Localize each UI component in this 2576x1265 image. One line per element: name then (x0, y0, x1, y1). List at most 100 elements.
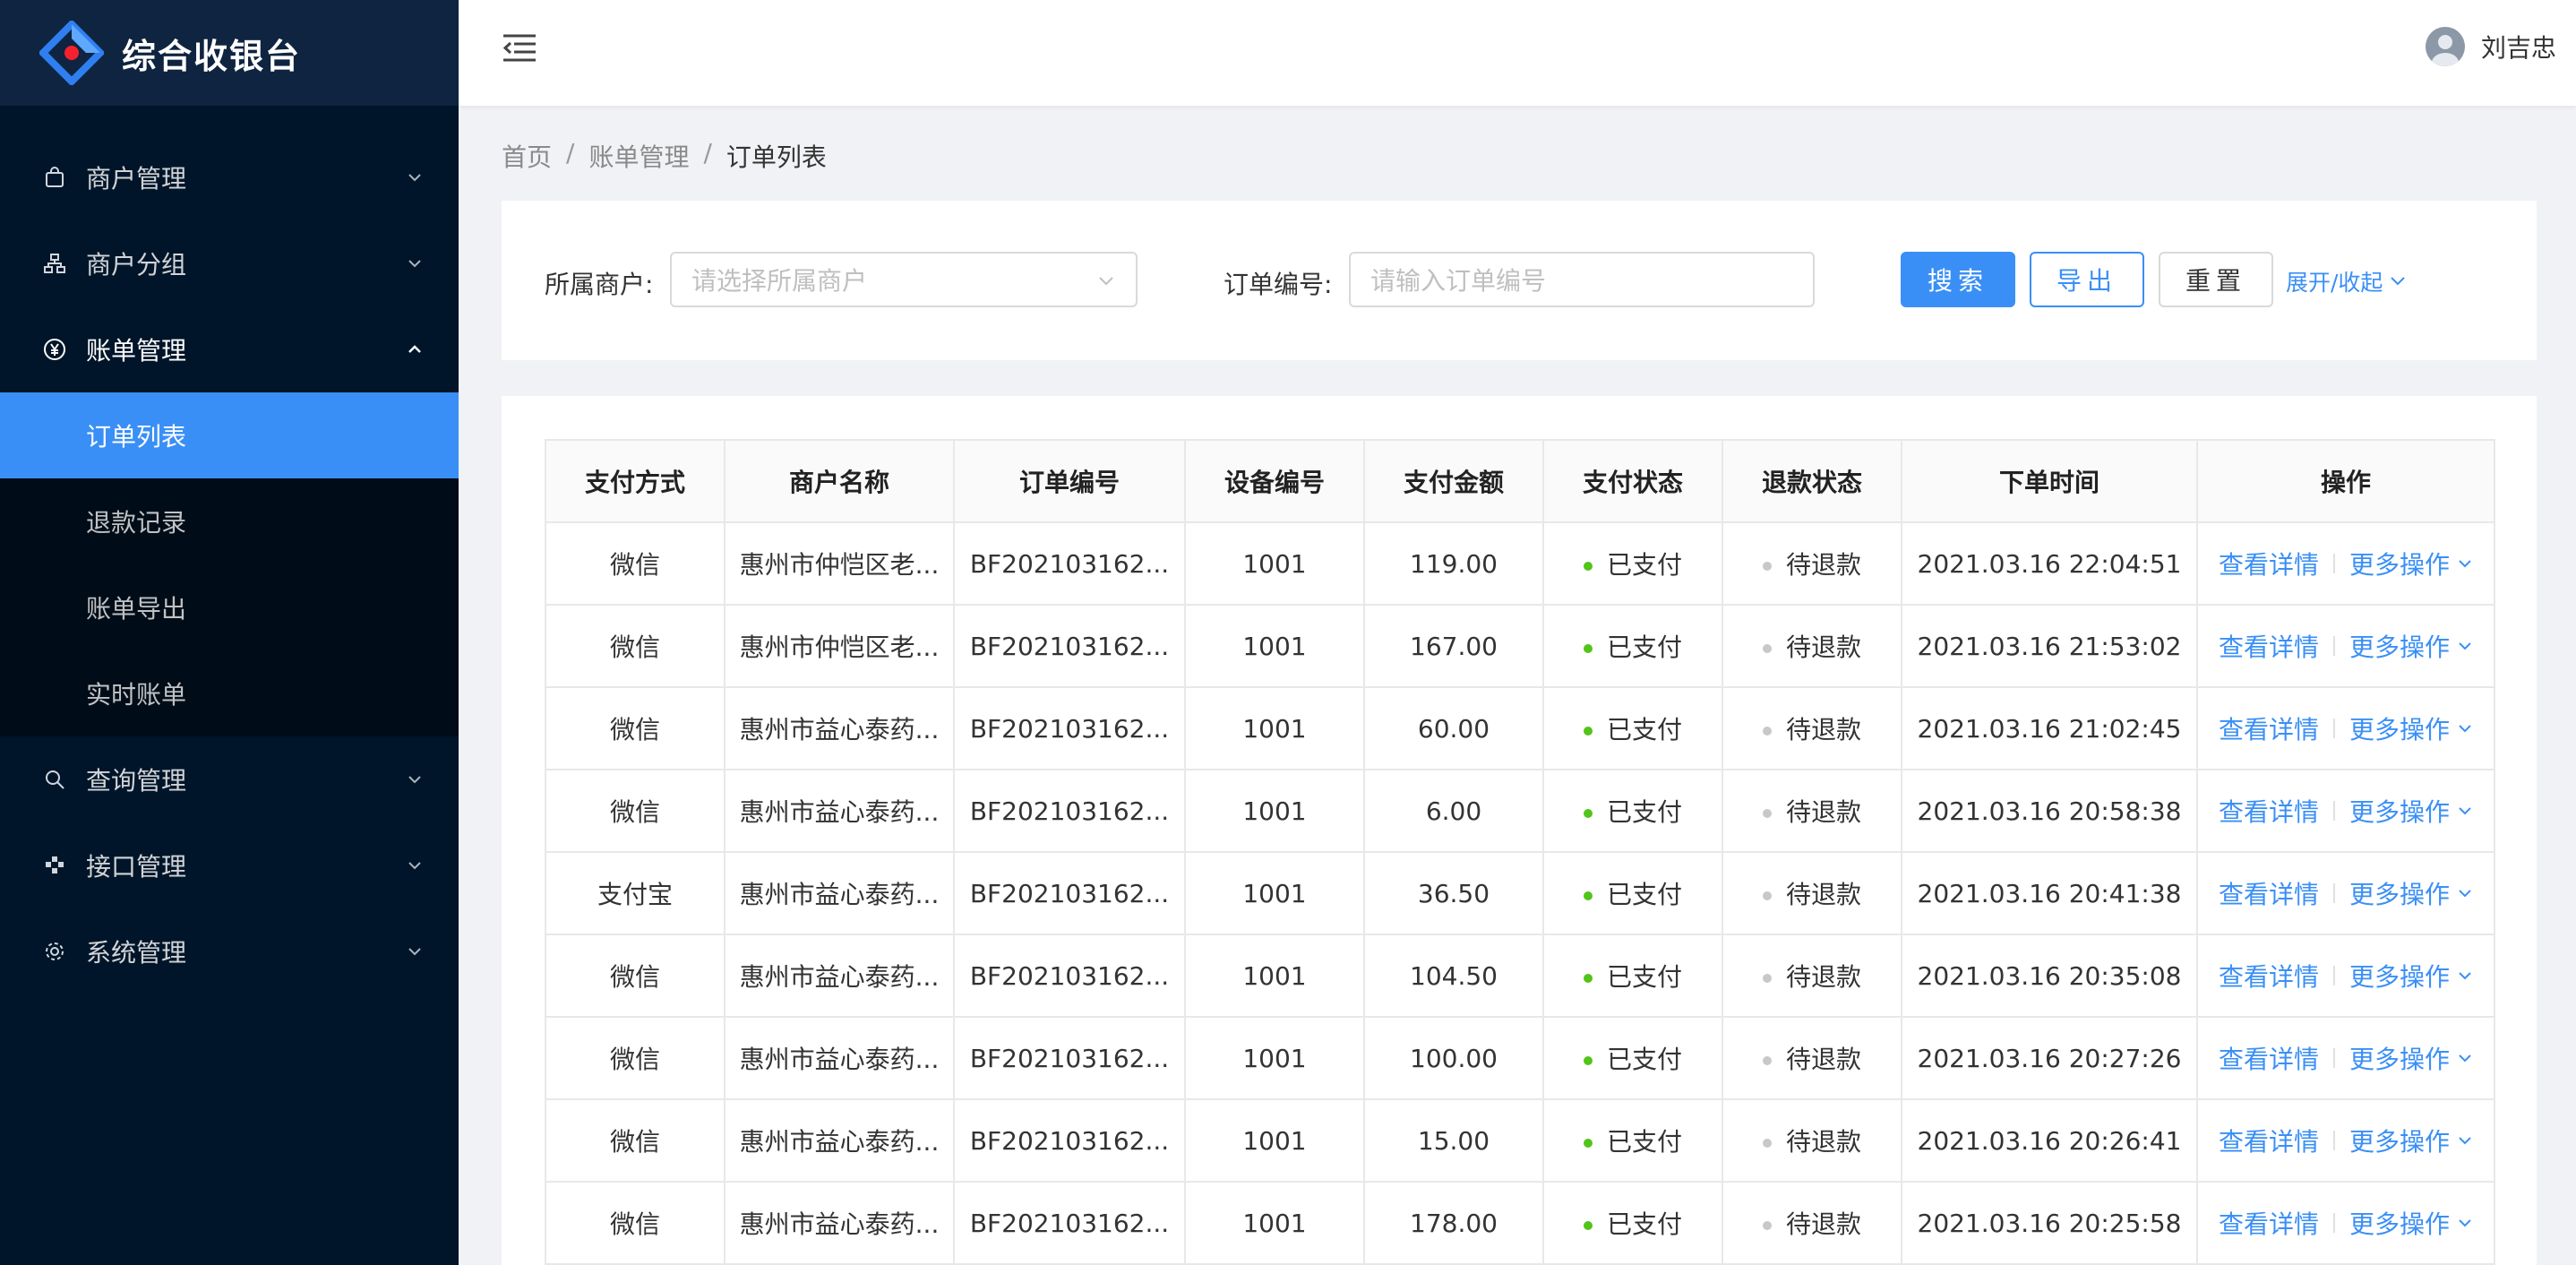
cell-merchant: 惠州市仲恺区老... (724, 521, 955, 606)
table-row: 微信 惠州市仲恺区老... BF202103162... 1001 119.00 已支付 待… (545, 521, 2495, 606)
more-actions-link[interactable]: 更多操作 (2349, 1040, 2450, 1076)
table-row: 微信 惠州市益心泰药... BF202103162... 1001 100.00 已支付 待… (545, 1016, 2495, 1100)
more-actions-link[interactable]: 更多操作 (2349, 710, 2450, 746)
view-details-link[interactable]: 查看详情 (2219, 1205, 2319, 1241)
view-details-link[interactable]: 查看详情 (2219, 793, 2319, 829)
table-row: 微信 惠州市益心泰药... BF202103162... 1001 60.00 已支付 待退… (545, 686, 2495, 770)
sidebar-item-refund-records[interactable]: 退款记录 (0, 478, 459, 564)
view-details-link[interactable]: 查看详情 (2219, 546, 2319, 581)
col-header-refund-status: 退款状态 (1722, 439, 1902, 523)
more-actions-link[interactable]: 更多操作 (2349, 546, 2450, 581)
row-actions: 查看详情 更多操作 (2199, 875, 2493, 911)
more-actions-link[interactable]: 更多操作 (2349, 628, 2450, 664)
more-actions-link[interactable]: 更多操作 (2349, 1205, 2450, 1241)
breadcrumb-home[interactable]: 首页 (502, 138, 552, 174)
api-icon (41, 852, 68, 879)
cell-merchant: 惠州市益心泰药... (724, 686, 955, 770)
row-actions: 查看详情 更多操作 (2199, 1123, 2493, 1158)
sidebar-item-system[interactable]: 系统管理 (0, 908, 459, 994)
menu-fold-icon[interactable] (502, 32, 537, 65)
expand-collapse-link[interactable]: 展开/收起 (2286, 265, 2408, 297)
top-header: 刘吉忠 (459, 0, 2576, 106)
order-table: 支付方式 商户名称 订单编号 设备编号 支付金额 支付状态 退款状态 下单时间 … (545, 439, 2495, 1265)
cell-actions: 查看详情 更多操作 (2196, 1016, 2495, 1100)
sidebar-item-billing[interactable]: 账单管理 (0, 306, 459, 392)
cell-amount: 178.00 (1363, 1181, 1544, 1265)
view-details-link[interactable]: 查看详情 (2219, 628, 2319, 664)
status-dot (1583, 644, 1593, 653)
view-details-link[interactable]: 查看详情 (2219, 1123, 2319, 1158)
sidebar-item-query[interactable]: 查询管理 (0, 736, 459, 822)
cell-order-time: 2021.03.16 20:35:08 (1901, 934, 2198, 1018)
cell-pay-status: 已支付 (1542, 604, 1723, 688)
logo-bar: 综合收银台 (0, 0, 459, 106)
status-dot (1583, 1056, 1593, 1065)
user-name: 刘吉忠 (2480, 33, 2556, 63)
search-button[interactable]: 搜索 (1901, 252, 2015, 307)
sidebar-item-label: 查询管理 (86, 766, 187, 796)
order-number-input[interactable]: 请输入订单编号 (1349, 252, 1815, 307)
sidebar-item-api[interactable]: 接口管理 (0, 822, 459, 908)
breadcrumb-billing[interactable]: 账单管理 (588, 138, 689, 174)
view-details-link[interactable]: 查看详情 (2219, 958, 2319, 994)
breadcrumb: 首页 / 账单管理 / 订单列表 (502, 138, 827, 174)
table-body: 微信 惠州市仲恺区老... BF202103162... 1001 119.00 已支付待… (545, 521, 2495, 1265)
col-header-order-no: 订单编号 (953, 439, 1186, 523)
sidebar-item-bill-export[interactable]: 账单导出 (0, 564, 459, 650)
cell-order-no: BF202103162... (953, 686, 1186, 770)
more-actions-link[interactable]: 更多操作 (2349, 1123, 2450, 1158)
cell-merchant: 惠州市益心泰药... (724, 934, 955, 1018)
status-dot (1583, 1221, 1593, 1230)
cell-refund-status: 待退款 (1722, 851, 1902, 935)
view-details-link[interactable]: 查看详情 (2219, 1040, 2319, 1076)
cell-device-no: 1001 (1184, 1181, 1365, 1265)
cell-order-no: BF202103162... (953, 769, 1186, 853)
cell-amount: 167.00 (1363, 604, 1544, 688)
pay-status-text: 已支付 (1606, 1045, 1682, 1074)
sidebar-item-merchant[interactable]: 商户管理 (0, 134, 459, 220)
merchant-select[interactable]: 请选择所属商户 (670, 252, 1138, 307)
more-actions-link[interactable]: 更多操作 (2349, 793, 2450, 829)
chevron-down-icon (2391, 277, 2406, 286)
table-row: 微信 惠州市益心泰药... BF202103162... 1001 6.00 已支付 待退款… (545, 769, 2495, 853)
user-menu[interactable]: 刘吉忠 (2425, 27, 2556, 66)
chevron-down-icon (2459, 972, 2471, 980)
action-divider (2333, 966, 2335, 985)
cell-actions: 查看详情 更多操作 (2196, 851, 2495, 935)
action-divider (2333, 554, 2335, 573)
pay-status-text: 已支付 (1606, 632, 1682, 662)
status-dot (1762, 891, 1772, 900)
cell-refund-status: 待退款 (1722, 521, 1902, 606)
breadcrumb-current: 订单列表 (726, 142, 827, 172)
reset-button[interactable]: 重置 (2159, 252, 2273, 307)
cell-device-no: 1001 (1184, 851, 1365, 935)
cell-actions: 查看详情 更多操作 (2196, 686, 2495, 770)
search-icon (41, 766, 68, 793)
order-label: 订单编号: (1224, 270, 1333, 299)
cell-pay-status: 已支付 (1542, 686, 1723, 770)
cell-merchant: 惠州市仲恺区老... (724, 604, 955, 688)
sidebar-item-label: 商户管理 (86, 164, 187, 194)
chevron-down-icon (2459, 725, 2471, 733)
pay-status-text: 已支付 (1606, 550, 1682, 580)
cell-actions: 查看详情 更多操作 (2196, 521, 2495, 606)
chevron-down-icon (1099, 277, 1113, 286)
refund-status-text: 待退款 (1785, 632, 1861, 662)
more-actions-link[interactable]: 更多操作 (2349, 875, 2450, 911)
cell-device-no: 1001 (1184, 769, 1365, 853)
cell-pay-method: 微信 (545, 934, 726, 1018)
cell-actions: 查看详情 更多操作 (2196, 1181, 2495, 1265)
gear-icon (41, 938, 68, 965)
export-button[interactable]: 导出 (2030, 252, 2144, 307)
view-details-link[interactable]: 查看详情 (2219, 875, 2319, 911)
cell-order-time: 2021.03.16 20:26:41 (1901, 1098, 2198, 1183)
table-panel: 支付方式 商户名称 订单编号 设备编号 支付金额 支付状态 退款状态 下单时间 … (502, 396, 2537, 1265)
view-details-link[interactable]: 查看详情 (2219, 710, 2319, 746)
chevron-down-icon (408, 948, 421, 956)
sidebar-item-merchant-group[interactable]: 商户分组 (0, 220, 459, 306)
more-actions-link[interactable]: 更多操作 (2349, 958, 2450, 994)
status-dot (1762, 809, 1772, 818)
sidebar-item-realtime-bill[interactable]: 实时账单 (0, 650, 459, 736)
sidebar-item-order-list[interactable]: 订单列表 (0, 392, 459, 478)
cell-amount: 104.50 (1363, 934, 1544, 1018)
